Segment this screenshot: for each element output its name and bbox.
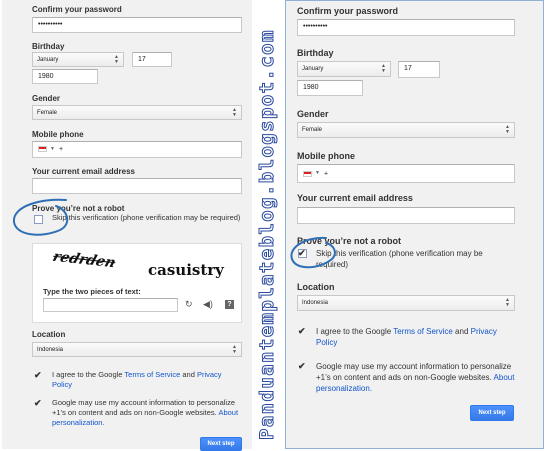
signup-form-after: Confirm your password •••••••••• Birthda… <box>285 0 544 449</box>
annotation-circle <box>290 236 336 269</box>
screenshot-composite: Confirm your password •••••••••• Birthda… <box>0 0 545 451</box>
blog-watermark: Panduantemplateblog.blogspot.com <box>256 29 279 441</box>
signup-form-before: Confirm your password •••••••••• Birthda… <box>2 0 252 451</box>
annotation-circle <box>12 198 69 236</box>
